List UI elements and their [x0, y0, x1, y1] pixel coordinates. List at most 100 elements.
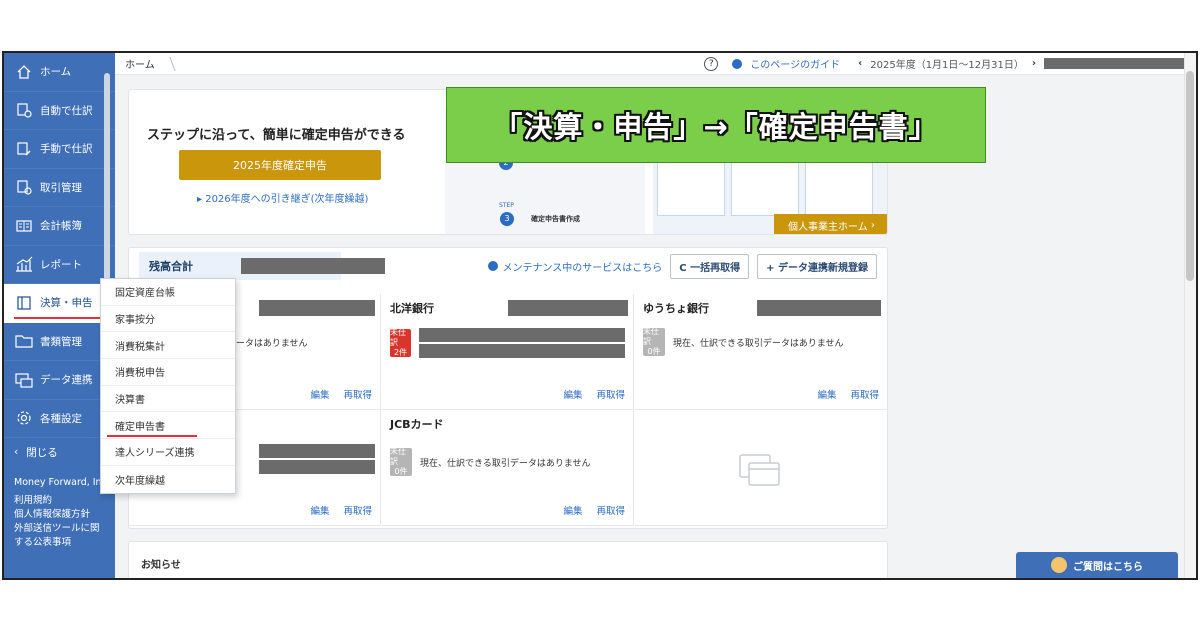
- no-data-message: 現在、仕訳できる取引データはありません: [673, 338, 844, 349]
- illus-panel: [657, 156, 725, 216]
- redacted-txn: [259, 460, 375, 474]
- sidebar-item-data-link[interactable]: データ連携: [4, 361, 115, 400]
- external-tools-link[interactable]: 外部送信ツールに関 する公表事項: [14, 522, 115, 550]
- sidebar-item-label: ホーム: [40, 66, 72, 79]
- redacted-name: [259, 300, 375, 316]
- help-button[interactable]: ご質問はこちら: [1016, 552, 1178, 578]
- highlight-underline: [107, 435, 197, 438]
- menu-item-consumption-tax-return[interactable]: 消費税申告: [101, 359, 235, 386]
- external-tools-line1: 外部送信ツールに関: [14, 523, 100, 534]
- page-guide-link[interactable]: このページのガイド: [750, 56, 840, 71]
- sidebar-item-label: データ連携: [40, 374, 93, 387]
- menu-item-tatsujin-link[interactable]: 達人シリーズ連携: [101, 439, 235, 466]
- edit-link[interactable]: 編集: [817, 387, 836, 401]
- notice-title: お知らせ: [141, 560, 181, 571]
- play-icon: [732, 58, 743, 69]
- sidebar-item-label: 決算・申告: [40, 297, 93, 310]
- badge-label: 未仕訳: [390, 328, 406, 347]
- menu-item-label: 確定申告書: [115, 421, 165, 433]
- add-data-link-button[interactable]: + データ連携新規登録: [757, 253, 877, 279]
- account-card: ゆうちょ銀行 未仕訳 0件 現在、仕訳できる取引データはありません 編集 再取得: [635, 294, 887, 410]
- refresh-all-button[interactable]: C 一括再取得: [670, 253, 750, 279]
- carryover-link[interactable]: ▸ 2026年度への引き継ぎ(次年度繰越): [197, 190, 368, 205]
- edit-link[interactable]: 編集: [310, 387, 329, 401]
- play-icon: [488, 261, 499, 271]
- unjournaled-badge[interactable]: 未仕訳 0件: [390, 447, 412, 476]
- edit-link[interactable]: 編集: [563, 387, 582, 401]
- balances-card: 残高合計 メンテナンス中のサービスはこちら C 一括再取得 + データ連携新規登…: [128, 247, 888, 529]
- breadcrumb-home[interactable]: ホーム: [125, 56, 155, 71]
- sole-proprietor-home-button[interactable]: 個人事業主ホーム ›: [774, 214, 887, 234]
- step-3-marker: 3: [500, 212, 514, 226]
- instruction-callout: 「決算・申告」→「確定申告書」: [446, 87, 986, 163]
- sidebar-item-home[interactable]: ホーム: [4, 53, 115, 92]
- sidebar-item-auto-journal[interactable]: 自動で仕訳: [4, 92, 115, 130]
- breadcrumb: ホーム: [115, 56, 176, 71]
- sidebar-item-ledger[interactable]: 会計帳簿: [4, 207, 115, 246]
- account-card: JCBカード 未仕訳 0件 現在、仕訳できる取引データはありません 編集 再取得: [382, 410, 634, 526]
- menu-item-fixed-assets[interactable]: 固定資産台帳: [101, 279, 235, 306]
- scrollbar-thumb[interactable]: [1186, 71, 1194, 281]
- sidebar-item-documents[interactable]: 書類管理: [4, 323, 115, 361]
- privacy-link[interactable]: 個人情報保護方針: [14, 508, 115, 522]
- chevron-right-icon[interactable]: ›: [1032, 58, 1036, 69]
- app-window: ホーム 自動で仕訳 手動で仕訳 取引管理 会計帳簿 レポート 決算・申告 書類管…: [2, 51, 1198, 580]
- sidebar-item-closing[interactable]: 決算・申告: [4, 284, 115, 323]
- sidebar-close-button[interactable]: ‹ 閉じる: [4, 438, 115, 466]
- transaction-icon: [14, 177, 34, 197]
- balance-total-label: 残高合計: [149, 260, 193, 273]
- no-data-message: 現在、仕訳できる取引データはありません: [420, 458, 591, 469]
- home-icon: [14, 62, 34, 82]
- reload-link[interactable]: 再取得: [596, 503, 625, 517]
- fiscal-period: 2025年度（1月1日〜12月31日）: [870, 60, 1024, 71]
- reload-link[interactable]: 再取得: [596, 387, 625, 401]
- sidebar-item-label: 手動で仕訳: [40, 143, 93, 156]
- chevron-left-icon: ‹: [14, 446, 19, 458]
- menu-item-next-year-carryover[interactable]: 次年度繰越: [101, 466, 235, 493]
- maintenance-link[interactable]: メンテナンス中のサービスはこちら: [488, 259, 662, 274]
- menu-item-consumption-tax-summary[interactable]: 消費税集計: [101, 332, 235, 360]
- add-account-placeholder[interactable]: [635, 410, 887, 526]
- carryover-link-label: 2026年度への引き継ぎ(次年度繰越): [205, 194, 369, 205]
- badge-count: 0件: [647, 347, 661, 356]
- step-label: STEP: [499, 202, 514, 209]
- redacted-total: [241, 258, 385, 274]
- sidebar-item-label: 会計帳簿: [40, 220, 82, 233]
- reload-link[interactable]: 再取得: [343, 503, 372, 517]
- menu-item-financial-statements[interactable]: 決算書: [101, 386, 235, 413]
- sidebar-item-transactions[interactable]: 取引管理: [4, 169, 115, 207]
- redacted-txn: [419, 328, 625, 342]
- card-icon: [739, 454, 781, 489]
- badge-count: 2件: [393, 348, 408, 357]
- redacted-user: [1044, 58, 1184, 69]
- redacted-balance: [757, 300, 881, 316]
- sidebar-item-label: 各種設定: [40, 412, 82, 425]
- menu-item-tax-return[interactable]: 確定申告書: [101, 412, 235, 440]
- terms-link[interactable]: 利用規約: [14, 494, 115, 508]
- closing-submenu: 固定資産台帳 家事按分 消費税集計 消費税申告 決算書 確定申告書 達人シリーズ…: [100, 278, 236, 494]
- step-title: 確定申告書作成: [531, 215, 580, 223]
- tax-return-button[interactable]: 2025年度確定申告: [179, 150, 381, 180]
- page-scrollbar[interactable]: [1184, 53, 1196, 578]
- notice-card: お知らせ: [128, 541, 888, 578]
- reload-link[interactable]: 再取得: [343, 387, 372, 401]
- illus-panel: [731, 156, 799, 216]
- edit-link[interactable]: 編集: [310, 503, 329, 517]
- sidebar-item-settings[interactable]: 各種設定: [4, 400, 115, 438]
- hero-title: ステップに沿って、簡単に確定申告ができる: [147, 128, 406, 143]
- help-circle-icon[interactable]: ?: [704, 56, 719, 71]
- bank-name[interactable]: JCBカード: [382, 410, 633, 438]
- sidebar-item-report[interactable]: レポート: [4, 246, 115, 284]
- sidebar-item-manual-journal[interactable]: 手動で仕訳: [4, 130, 115, 169]
- sidebar-item-label: 自動で仕訳: [40, 104, 93, 117]
- reload-link[interactable]: 再取得: [850, 387, 879, 401]
- edit-link[interactable]: 編集: [563, 503, 582, 517]
- sidebar-item-label: 書類管理: [40, 335, 82, 348]
- unjournaled-badge[interactable]: 未仕訳 0件: [643, 327, 665, 356]
- chevron-left-icon[interactable]: ‹: [858, 58, 862, 69]
- unjournaled-badge[interactable]: 未仕訳 2件: [390, 328, 411, 357]
- menu-item-household-allocation[interactable]: 家事按分: [101, 306, 235, 333]
- manual-journal-icon: [14, 139, 34, 159]
- refresh-all-label: 一括再取得: [690, 262, 741, 274]
- sidebar: ホーム 自動で仕訳 手動で仕訳 取引管理 会計帳簿 レポート 決算・申告 書類管…: [4, 53, 115, 578]
